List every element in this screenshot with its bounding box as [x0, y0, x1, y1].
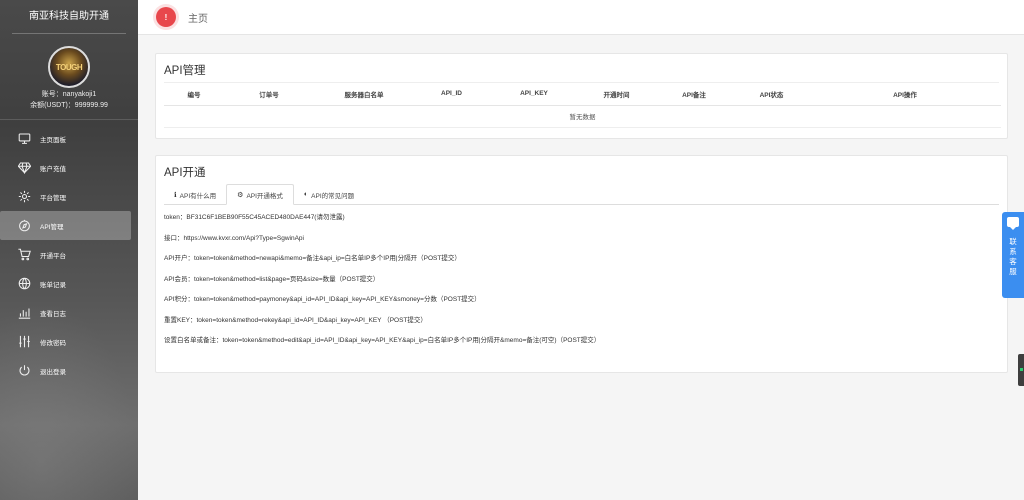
account-line: 账号：nanyakoji1 — [41, 91, 97, 98]
globe-icon — [18, 277, 31, 290]
column-header: API状态 — [734, 83, 809, 106]
avatar-logo-text: TOUGH — [55, 63, 83, 72]
column-header: API操作 — [809, 83, 1001, 106]
sidebar-item-billing[interactable]: 账单记录 — [0, 269, 138, 298]
sidebar-item-api[interactable]: API管理 — [0, 211, 131, 240]
info-icon: ℹ — [174, 191, 177, 199]
sidebar-item-password[interactable]: 修改密码 — [0, 327, 138, 356]
whitelist-memo-line: 设置白名单或备注：token=token&method=edit&api_id=… — [164, 337, 601, 344]
api-open-account-line: API开户：token=token&method=newapi&memo=备注&… — [164, 255, 461, 262]
tab-label: API有什么用 — [179, 192, 217, 200]
sidebar-item-label: 退出登录 — [40, 368, 66, 376]
panel-title: API开通 — [164, 167, 206, 179]
tab-label: API的常见问题 — [311, 192, 355, 200]
side-drawer-handle[interactable] — [1018, 354, 1024, 386]
sidebar-item-open-platform[interactable]: 开通平台 — [0, 240, 138, 269]
alert-badge-icon[interactable]: ! — [156, 7, 176, 27]
table-row: 暂无数据 — [164, 105, 1001, 128]
gear-icon — [18, 190, 31, 203]
column-header: API备注 — [654, 83, 734, 106]
column-header: 服务器白名单 — [314, 83, 414, 106]
sidebar-item-label: 修改密码 — [40, 339, 66, 347]
tab-api-faq[interactable]: ◐ API的常见问题 — [294, 184, 364, 205]
sidebar-item-label: 账户充值 — [40, 165, 66, 173]
user-profile: TOUGH 账号：nanyakoji1 余额(USDT)：999999.99 — [0, 34, 138, 120]
sliders-icon — [19, 335, 30, 348]
tab-api-usage[interactable]: ℹ API有什么用 — [164, 184, 226, 205]
balance-line: 余额(USDT)：999999.99 — [30, 102, 108, 109]
cube-icon: ◐ — [303, 191, 309, 198]
brand-title: 南亚科技自助开通 — [12, 0, 126, 34]
tab-label: API开通格式 — [246, 192, 283, 200]
sidebar-nav: 主页面板 账户充值 平台管理 API管理 开通平台 账单记录 查看日志 修改密码… — [0, 124, 138, 385]
sidebar-item-dashboard[interactable]: 主页面板 — [0, 124, 138, 153]
tab-api-format[interactable]: ⚙ API开通格式 — [226, 184, 294, 205]
empty-state-text: 暂无数据 — [164, 105, 1001, 128]
table-header-row: 编号 订单号 服务器白名单 API_ID API_KEY 开通时间 API备注 … — [164, 83, 1001, 106]
chat-bubble-icon — [1007, 217, 1019, 230]
sidebar-item-recharge[interactable]: 账户充值 — [0, 153, 138, 182]
sidebar-item-label: 平台管理 — [40, 194, 66, 202]
panel-title: API管理 — [164, 65, 206, 77]
api-member-line: API会员：token=token&method=list&page=页码&si… — [164, 275, 380, 283]
column-header: 订单号 — [224, 83, 314, 106]
api-manage-panel: API管理 编号 订单号 服务器白名单 API_ID API_KEY 开通时间 … — [155, 53, 1008, 139]
sidebar-item-label: 账单记录 — [40, 281, 66, 289]
column-header: API_KEY — [489, 83, 579, 106]
avatar[interactable]: TOUGH — [48, 46, 90, 88]
contact-label: 联系客服 — [1009, 237, 1017, 276]
reset-key-line: 重置KEY：token=token&method=rekey&api_id=AP… — [164, 316, 427, 324]
api-open-panel: API开通 ℹ API有什么用 ⚙ API开通格式 ◐ API的常见问题 tok… — [155, 155, 1008, 373]
api-table: 编号 订单号 服务器白名单 API_ID API_KEY 开通时间 API备注 … — [164, 83, 1001, 128]
gear-icon: ⚙ — [237, 191, 244, 199]
api-tabs: ℹ API有什么用 ⚙ API开通格式 ◐ API的常见问题 — [164, 184, 999, 205]
column-header: 编号 — [164, 83, 224, 106]
sidebar-item-logout[interactable]: 退出登录 — [0, 356, 138, 385]
contact-support-button[interactable]: 联系客服 — [1002, 212, 1024, 298]
compass-icon — [19, 219, 30, 232]
sidebar-item-label: 开通平台 — [40, 252, 66, 260]
api-points-line: API积分：token=token&method=paymoney&api_id… — [164, 296, 481, 303]
api-format-content: token：BF31C6F1BEB90F55C45ACED480DAE447(请… — [156, 205, 1007, 354]
power-icon — [19, 365, 30, 376]
sidebar-item-platform[interactable]: 平台管理 — [0, 182, 138, 211]
sidebar-item-logs[interactable]: 查看日志 — [0, 298, 138, 327]
sidebar-item-label: 主页面板 — [40, 136, 66, 144]
monitor-icon — [18, 133, 31, 144]
bar-chart-icon — [18, 308, 31, 319]
sidebar-item-label: API管理 — [40, 223, 64, 231]
column-header: API_ID — [414, 83, 489, 106]
sidebar-item-label: 查看日志 — [40, 310, 66, 318]
diamond-icon — [18, 162, 31, 174]
token-line: token：BF31C6F1BEB90F55C45ACED480DAE447(请… — [164, 214, 345, 221]
top-header: ! 主页 — [138, 0, 1024, 35]
page-title: 主页 — [188, 13, 208, 25]
column-header: 开通时间 — [579, 83, 654, 106]
endpoint-line: 接口：https://www.kvxr.com/Api?Type=SgwinAp… — [164, 234, 304, 242]
cart-icon — [18, 248, 31, 261]
sidebar: 南亚科技自助开通 TOUGH 账号：nanyakoji1 余额(USDT)：99… — [0, 0, 138, 500]
